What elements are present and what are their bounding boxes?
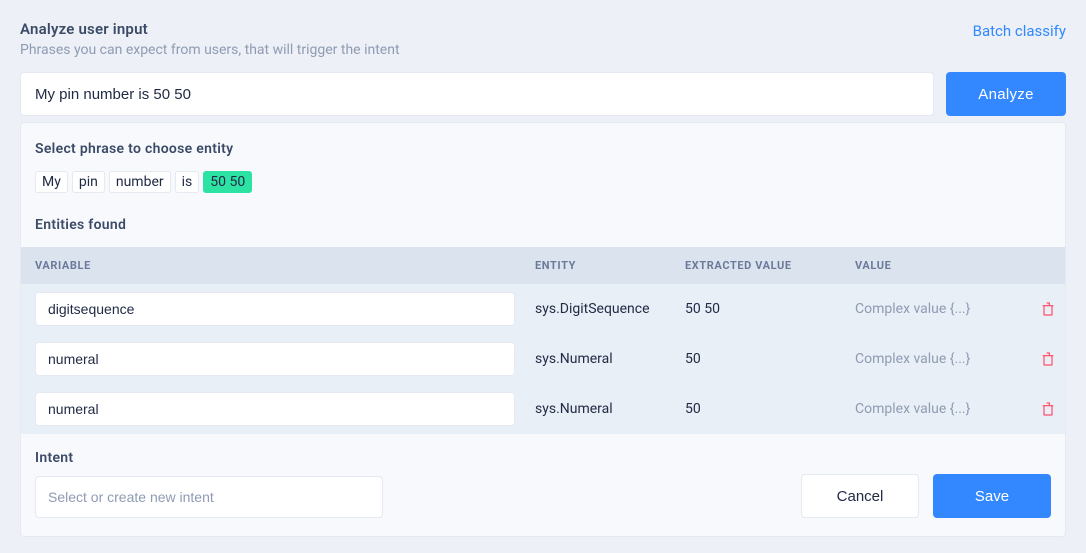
col-value: VALUE	[855, 259, 1025, 272]
analyze-button[interactable]: Analyze	[946, 72, 1066, 116]
extracted-value-cell: 50 50	[685, 301, 855, 317]
value-cell: Complex value {...}	[855, 301, 1025, 317]
intent-input[interactable]	[35, 476, 383, 518]
user-input-field[interactable]	[20, 72, 934, 116]
col-extracted: EXTRACTED VALUE	[685, 259, 855, 272]
phrase-token[interactable]: My	[35, 171, 68, 193]
results-panel: Select phrase to choose entity Mypinnumb…	[20, 122, 1066, 537]
page-title: Analyze user input	[20, 20, 400, 38]
phrase-section-title: Select phrase to choose entity	[35, 141, 1051, 157]
extracted-value-cell: 50	[685, 351, 855, 367]
entity-cell: sys.Numeral	[535, 401, 685, 417]
variable-input[interactable]	[35, 292, 515, 326]
table-row: sys.Numeral50Complex value {...}	[21, 384, 1065, 434]
table-row: sys.DigitSequence50 50Complex value {...…	[21, 284, 1065, 334]
trash-icon[interactable]	[1025, 350, 1066, 368]
entities-table-header: VARIABLE ENTITY EXTRACTED VALUE VALUE	[21, 247, 1065, 284]
phrase-token[interactable]: pin	[72, 171, 105, 193]
token-list: Mypinnumberis50 50	[35, 171, 1051, 193]
page-subtitle: Phrases you can expect from users, that …	[20, 42, 400, 58]
trash-icon[interactable]	[1025, 300, 1066, 318]
phrase-token[interactable]: is	[175, 171, 200, 193]
value-cell: Complex value {...}	[855, 401, 1025, 417]
variable-input[interactable]	[35, 342, 515, 376]
phrase-token[interactable]: 50 50	[203, 171, 252, 193]
cancel-button[interactable]: Cancel	[801, 474, 919, 518]
entities-section-title: Entities found	[21, 213, 1065, 247]
intent-label: Intent	[35, 450, 383, 466]
trash-icon[interactable]	[1025, 400, 1066, 418]
entity-cell: sys.Numeral	[535, 351, 685, 367]
entity-cell: sys.DigitSequence	[535, 301, 685, 317]
extracted-value-cell: 50	[685, 401, 855, 417]
save-button[interactable]: Save	[933, 474, 1051, 518]
variable-input[interactable]	[35, 392, 515, 426]
table-row: sys.Numeral50Complex value {...}	[21, 334, 1065, 384]
col-variable: VARIABLE	[35, 259, 535, 272]
phrase-token[interactable]: number	[109, 171, 171, 193]
value-cell: Complex value {...}	[855, 351, 1025, 367]
col-entity: ENTITY	[535, 259, 685, 272]
batch-classify-link[interactable]: Batch classify	[973, 22, 1066, 40]
